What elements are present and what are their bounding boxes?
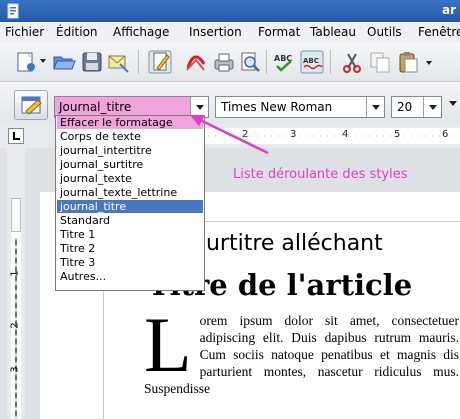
paste-dropdown-arrow-icon[interactable] (426, 61, 432, 65)
ruler-label: 2 (242, 129, 249, 140)
svg-text:ABC: ABC (303, 57, 319, 65)
menu-format[interactable]: Format (258, 25, 300, 39)
spellcheck-icon[interactable]: ABC (272, 50, 296, 74)
style-option[interactable]: journal_intertitre (57, 144, 203, 157)
window-title: ar (441, 3, 456, 17)
annotation-label: Liste déroulante des styles (233, 167, 408, 182)
edit-file-icon[interactable] (148, 50, 172, 74)
new-document-icon[interactable] (14, 50, 38, 74)
ruler-label: 6 (442, 129, 449, 140)
drop-cap-letter: L (144, 312, 192, 388)
style-dropdown-arrow-icon[interactable] (190, 97, 208, 117)
new-dropdown-arrow-icon[interactable] (40, 59, 46, 63)
size-dropdown-arrow-icon[interactable] (423, 97, 441, 117)
toolbar-separator (266, 50, 267, 74)
ruler-ticks (170, 135, 460, 137)
style-option[interactable]: journal_texte (57, 172, 203, 185)
menu-bar: Fichier Édition Affichage Insertion Form… (0, 22, 460, 42)
paragraph-style-dropdown-list[interactable]: Effacer le formatage Corps de texte jour… (55, 115, 205, 291)
style-option[interactable]: Corps de texte (57, 130, 203, 143)
styles-icon (21, 96, 42, 115)
style-option[interactable]: Effacer le formatage (57, 116, 203, 129)
style-option[interactable]: journal_surtitre (57, 158, 203, 171)
menu-insertion[interactable]: Insertion (189, 25, 242, 39)
font-dropdown-arrow-icon[interactable] (366, 97, 384, 117)
cut-icon[interactable] (340, 50, 364, 74)
menu-affichage[interactable]: Affichage (113, 25, 169, 39)
font-size-value[interactable]: 20 (397, 100, 412, 114)
ruler-label: 3 (290, 129, 297, 140)
overflow-arrow-icon[interactable] (449, 101, 457, 106)
email-document-icon[interactable] (106, 50, 130, 74)
toolbar-separator (138, 50, 139, 74)
font-name-value[interactable]: Times New Roman (221, 100, 332, 114)
menu-fichier[interactable]: Fichier (5, 25, 44, 39)
style-option[interactable]: Titre 1 (57, 228, 203, 241)
vruler-label: 3 (9, 366, 21, 373)
style-option[interactable]: Titre 3 (57, 256, 203, 269)
menu-outils[interactable]: Outils (367, 25, 402, 39)
save-icon[interactable] (80, 50, 104, 74)
paragraph-style-value[interactable]: Journal_titre (59, 100, 131, 114)
writer-app-icon[interactable] (6, 3, 20, 19)
vertical-ruler-margin (11, 198, 21, 232)
menu-tableau[interactable]: Tableau (310, 25, 356, 39)
title-bar: ar (0, 0, 460, 22)
ruler-label: 5 (394, 129, 401, 140)
vruler-label: 1 (9, 270, 21, 277)
open-folder-icon[interactable] (52, 50, 76, 74)
article-body[interactable]: L orem ipsum dolor sit amet, consectetue… (144, 312, 459, 419)
style-option[interactable]: Autres... (57, 270, 203, 283)
vruler-label: 2 (9, 322, 21, 329)
font-name-combo[interactable]: Times New Roman (215, 96, 385, 118)
print-icon[interactable] (212, 50, 236, 74)
export-pdf-icon[interactable] (184, 50, 208, 74)
style-option[interactable]: Titre 2 (57, 242, 203, 255)
styles-formatting-button[interactable] (14, 90, 48, 120)
menu-fenetre[interactable]: Fenêtre (418, 25, 460, 39)
surtitre-line[interactable]: Surtitre alléchant (192, 231, 383, 256)
copy-icon[interactable] (368, 50, 392, 74)
print-preview-icon[interactable] (238, 50, 262, 74)
autospellcheck-icon[interactable]: ABC (300, 50, 324, 74)
style-option-selected[interactable]: journal_titre (57, 200, 203, 213)
toolbar-separator (330, 50, 331, 74)
paste-icon[interactable] (396, 50, 420, 74)
horizontal-ruler[interactable]: 1 2 3 4 5 6 (170, 128, 460, 144)
vertical-ruler[interactable]: 1 2 3 (7, 148, 25, 419)
style-option[interactable]: Standard (57, 214, 203, 227)
style-option[interactable]: journal_texte_lettrine (57, 186, 203, 199)
tab-stop-selector[interactable] (8, 128, 24, 144)
menu-edition[interactable]: Édition (56, 25, 98, 39)
standard-toolbar: ABC ABC (0, 42, 460, 82)
font-size-combo[interactable]: 20 (391, 96, 442, 118)
ruler-label: 4 (342, 129, 349, 140)
